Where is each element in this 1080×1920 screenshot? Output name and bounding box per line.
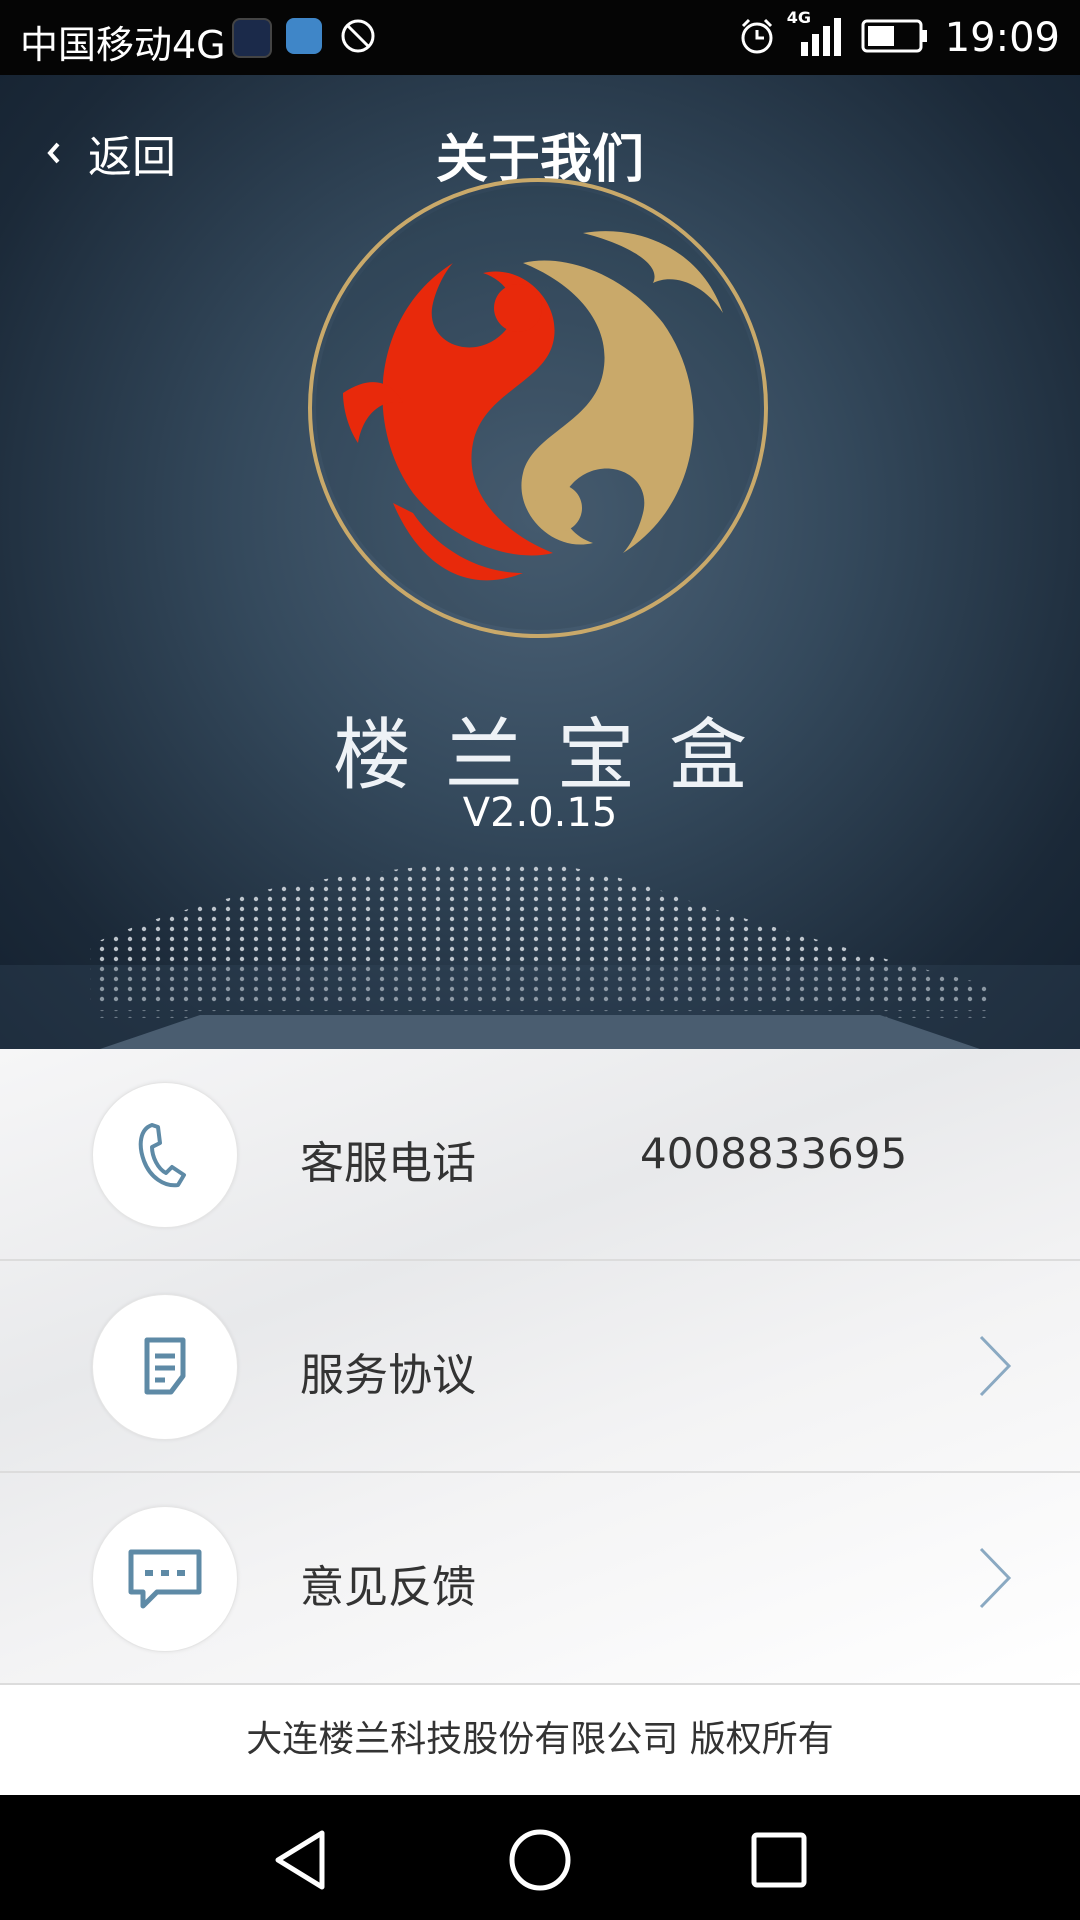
loulan-logo (308, 178, 768, 638)
hotline-number[interactable]: 4008833695 (640, 1129, 907, 1178)
system-nav-bar (0, 1795, 1080, 1920)
chat-icon (92, 1506, 238, 1652)
app-icon (232, 18, 272, 58)
signal-icon: 4G (787, 8, 843, 62)
about-hero: 返回 关于我们 楼兰宝盒 V2.0.15 (0, 75, 1080, 1049)
feedback-label: 意见反馈 (300, 1562, 476, 1613)
copyright-text: 大连楼兰科技股份有限公司 版权所有 (0, 1685, 1080, 1795)
alarm-icon (737, 16, 777, 60)
carrier-label: 中国移动4G (20, 23, 226, 67)
phone-icon (92, 1082, 238, 1228)
dot-wave-decoration (0, 861, 1080, 1049)
chevron-right-icon (979, 1335, 1012, 1397)
service-agreement-label: 服务协议 (300, 1350, 476, 1401)
battery-icon (861, 19, 929, 57)
app-version: V2.0.15 (462, 790, 618, 836)
about-options-list: 客服电话 4008833695 服务协议 意见反馈 (0, 1049, 1080, 1685)
home-circle-icon[interactable] (505, 1825, 575, 1895)
hotline-label: 客服电话 (300, 1138, 476, 1189)
back-triangle-icon[interactable] (266, 1825, 336, 1895)
list-item-feedback[interactable]: 意见反馈 (0, 1473, 1080, 1685)
chevron-right-icon (979, 1547, 1012, 1609)
status-bar: 中国移动4G 4G 19:09 (0, 0, 1080, 75)
list-item-hotline[interactable]: 客服电话 4008833695 (0, 1049, 1080, 1261)
document-icon (92, 1294, 238, 1440)
health-icon (286, 18, 322, 54)
app-name: 楼兰宝盒 (332, 711, 781, 801)
list-item-service-agreement[interactable]: 服务协议 (0, 1261, 1080, 1473)
network-type: 4G (786, 7, 811, 27)
no-disturb-icon (340, 18, 376, 58)
recents-square-icon[interactable] (744, 1825, 814, 1895)
status-time: 19:09 (944, 14, 1060, 61)
